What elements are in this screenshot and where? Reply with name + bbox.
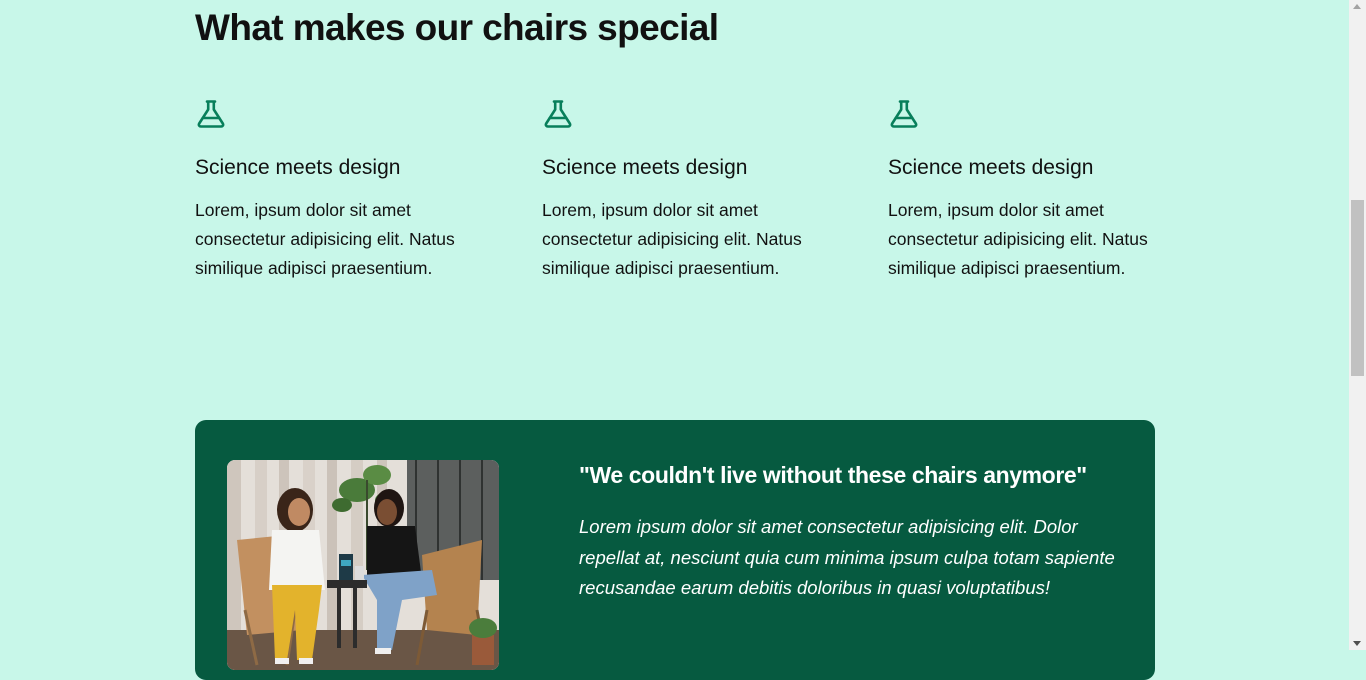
feature-text: Lorem, ipsum dolor sit amet consectetur … <box>888 200 1148 278</box>
flask-icon <box>197 100 225 128</box>
testimonial-body: Lorem ipsum dolor sit amet consectetur a… <box>579 516 1115 598</box>
feature-card: Science meets design Lorem, ipsum dolor … <box>195 98 495 283</box>
two-women-sitting-image <box>227 460 499 670</box>
feature-title: Science meets design <box>195 156 401 179</box>
feature-title: Science meets design <box>542 156 748 179</box>
feature-title: Science meets design <box>888 156 1094 179</box>
scrollbar-thumb[interactable] <box>1351 200 1364 376</box>
feature-card: Science meets design Lorem, ipsum dolor … <box>542 98 842 283</box>
flask-icon <box>890 100 918 128</box>
vertical-scrollbar[interactable] <box>1349 0 1366 650</box>
testimonial-photo <box>227 460 499 670</box>
testimonial-quote: "We couldn't live without these chairs a… <box>579 462 1087 488</box>
testimonial-card: "We couldn't live without these chairs a… <box>195 420 1155 680</box>
scroll-down-arrow-icon[interactable] <box>1353 641 1361 646</box>
scroll-up-arrow-icon[interactable] <box>1353 4 1361 9</box>
section-heading: What makes our chairs special <box>195 7 719 48</box>
flask-icon <box>544 100 572 128</box>
feature-text: Lorem, ipsum dolor sit amet consectetur … <box>542 200 802 278</box>
feature-text: Lorem, ipsum dolor sit amet consectetur … <box>195 200 455 278</box>
page: What makes our chairs special Science me… <box>0 0 1349 680</box>
feature-card: Science meets design Lorem, ipsum dolor … <box>888 98 1188 283</box>
